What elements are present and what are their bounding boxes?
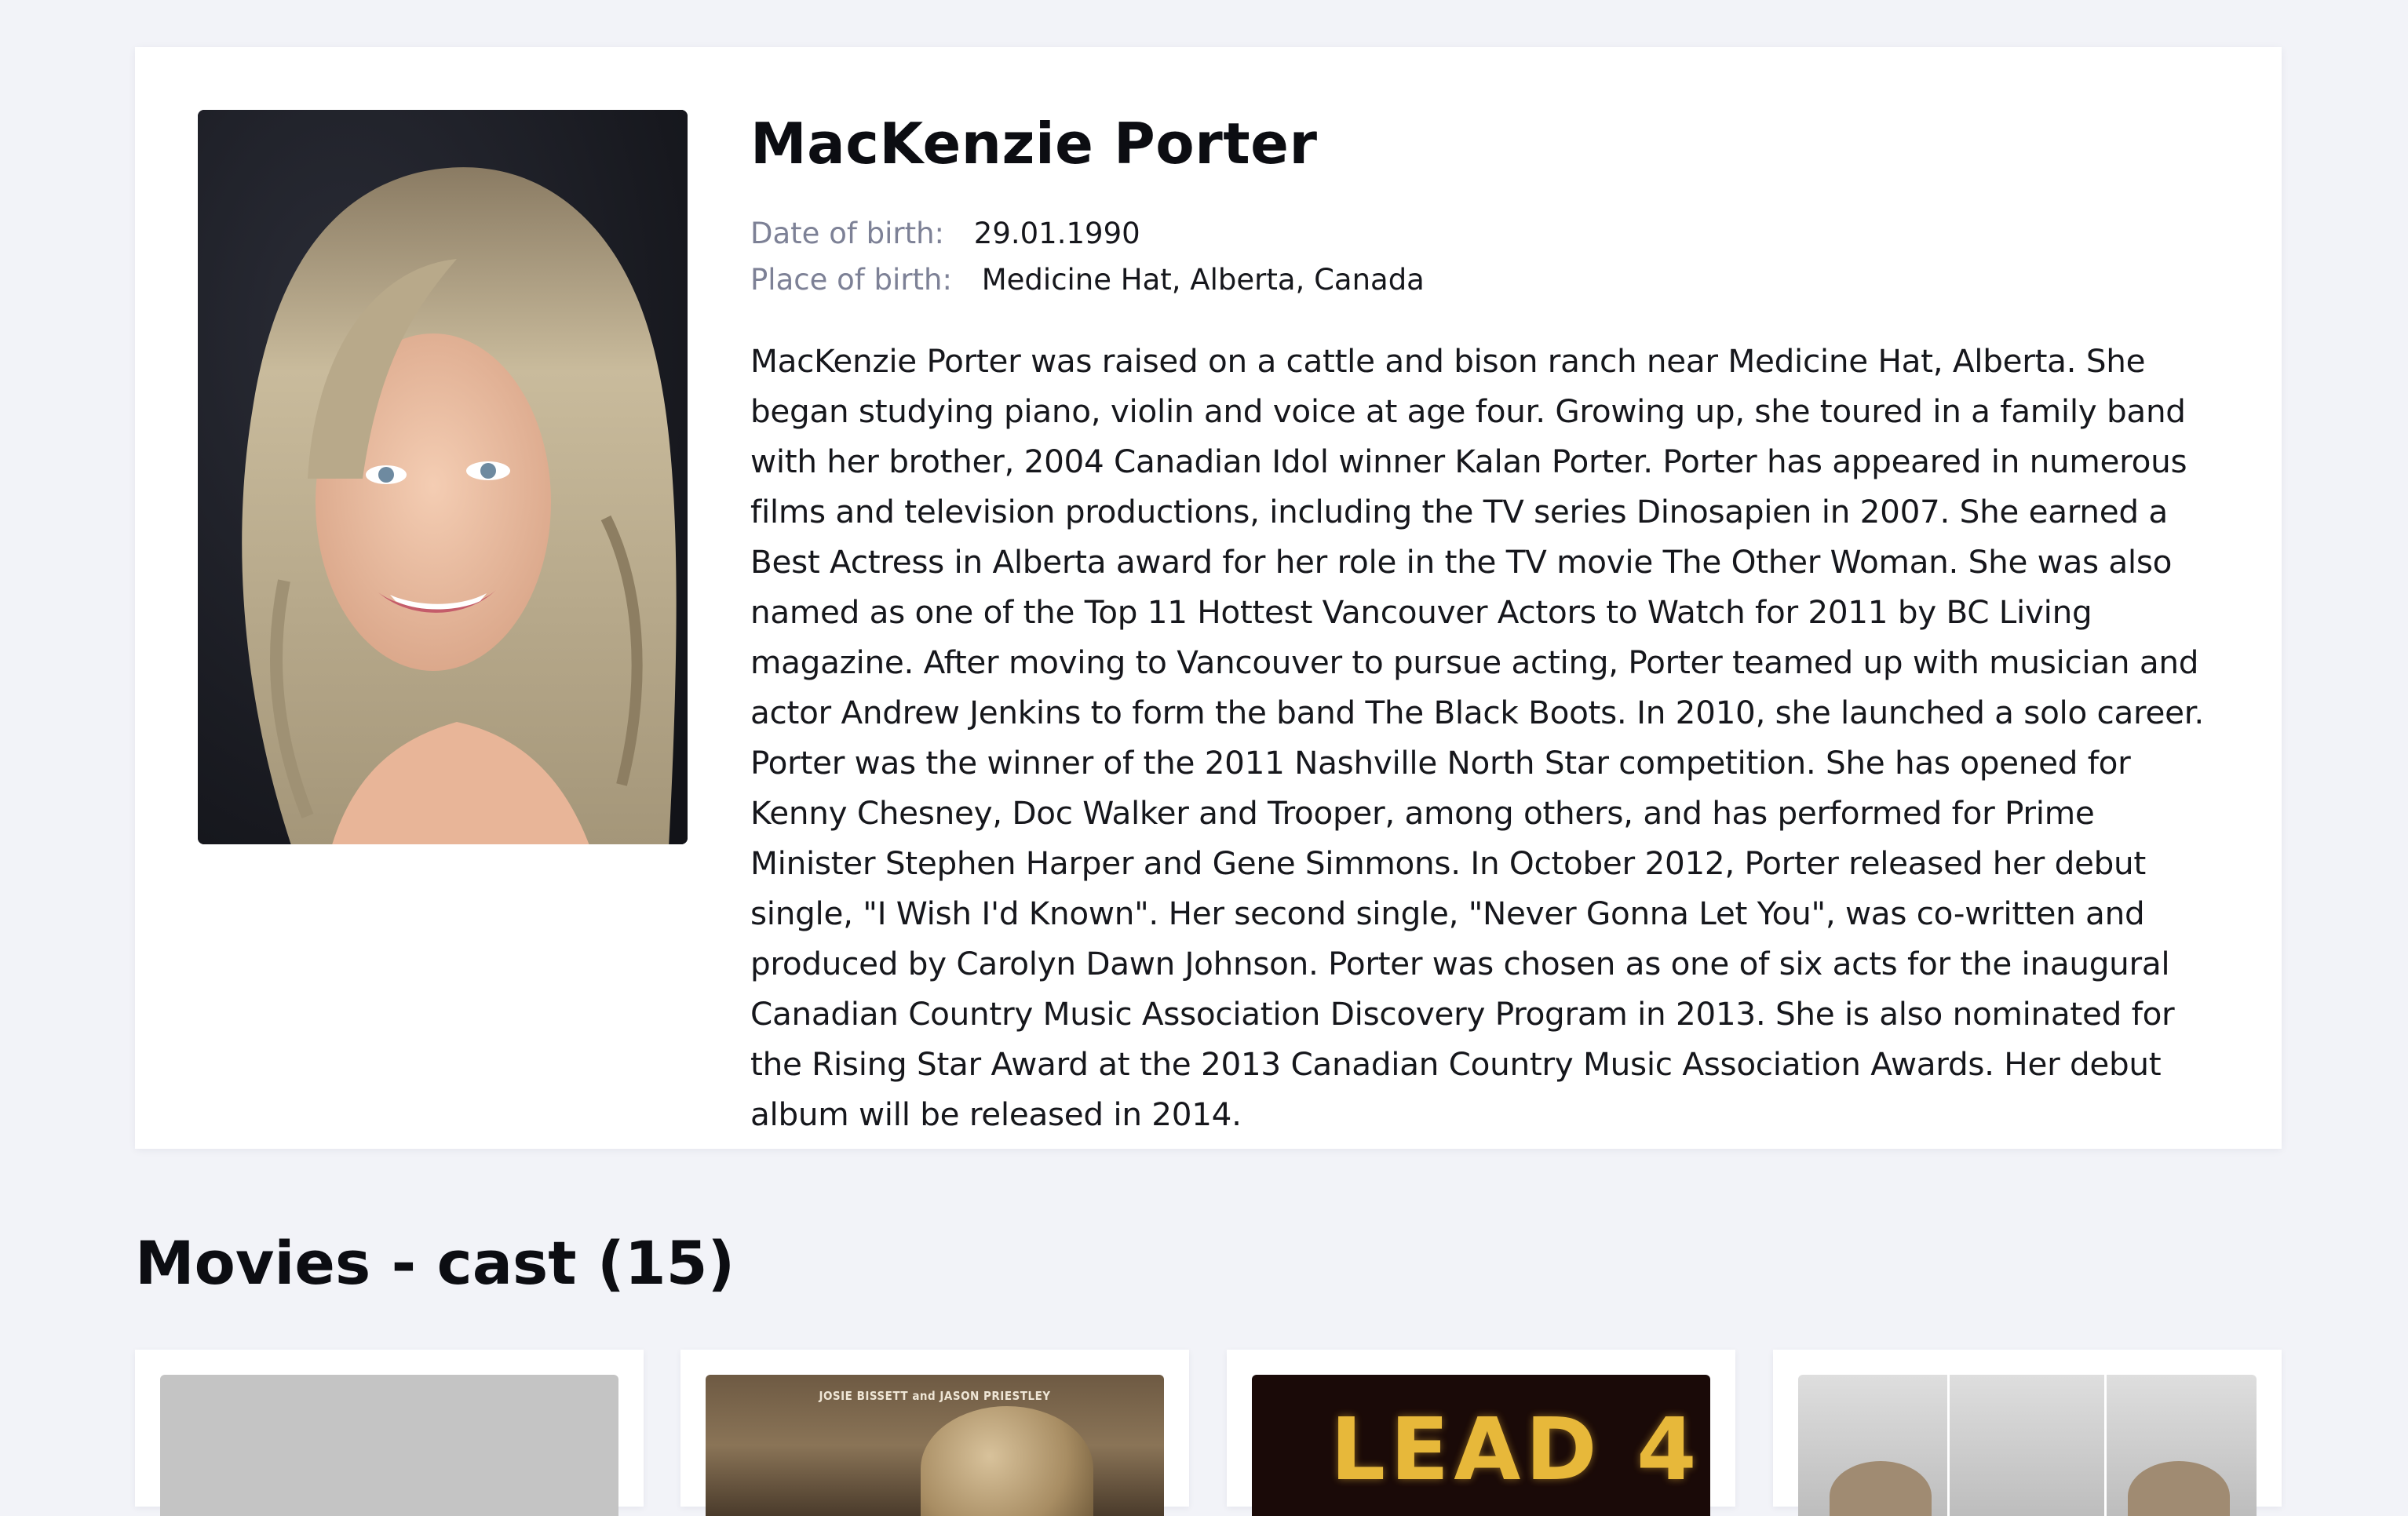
poster-title-text: LEAD 4 (1330, 1399, 1702, 1500)
poster-panel-divider (2104, 1375, 2107, 1516)
actor-name: MacKenzie Porter (750, 111, 1318, 177)
movies-cast-heading: Movies - cast (15) (135, 1228, 735, 1298)
movie-card[interactable]: JOSIE BISSETT and JASON PRIESTLEY (680, 1350, 1189, 1516)
actor-profile-card: MacKenzie Porter Date of birth: 29.01.19… (135, 47, 2282, 1149)
poster-credit-text: JOSIE BISSETT and JASON PRIESTLEY (819, 1389, 1051, 1403)
movie-poster[interactable]: LEAD 4 (1252, 1375, 1710, 1516)
place-of-birth-row: Place of birth: Medicine Hat, Alberta, C… (750, 257, 2226, 303)
date-of-birth-label: Date of birth: (750, 217, 945, 251)
place-of-birth-label: Place of birth: (750, 263, 952, 297)
movie-card[interactable]: LEAD 4 (1227, 1350, 1735, 1516)
actor-info: MacKenzie Porter Date of birth: 29.01.19… (750, 110, 2226, 1139)
place-of-birth-value: Medicine Hat, Alberta, Canada (981, 263, 1425, 297)
date-of-birth-value: 29.01.1990 (973, 217, 1140, 251)
actor-portrait-image (198, 110, 688, 844)
poster-figure (2128, 1461, 2230, 1516)
date-of-birth-row: Date of birth: 29.01.1990 (750, 210, 2226, 257)
movie-poster[interactable] (1798, 1375, 2257, 1516)
actor-facts: Date of birth: 29.01.1990 Place of birth… (750, 210, 2226, 303)
actor-biography: MacKenzie Porter was raised on a cattle … (750, 342, 2204, 1134)
movie-poster-placeholder[interactable] (160, 1375, 618, 1516)
movie-poster[interactable]: JOSIE BISSETT and JASON PRIESTLEY (706, 1375, 1164, 1516)
poster-figure (921, 1406, 1093, 1516)
movie-card[interactable] (135, 1350, 644, 1516)
actor-photo (198, 110, 688, 844)
poster-figure (1830, 1461, 1932, 1516)
poster-panel-divider (1947, 1375, 1950, 1516)
movie-card[interactable] (1773, 1350, 2282, 1516)
